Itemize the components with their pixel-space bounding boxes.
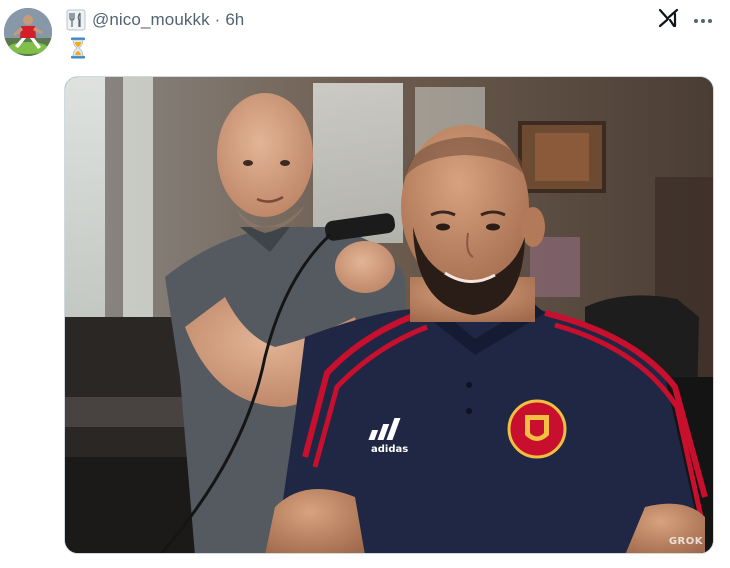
post-header: @nico_moukkk · 6h: [64, 8, 244, 32]
timestamp[interactable]: 6h: [225, 10, 244, 30]
post-image[interactable]: adidas GROK: [64, 76, 714, 554]
tweet-text: [66, 36, 90, 60]
avatar[interactable]: [4, 8, 52, 56]
grok-icon: [658, 8, 680, 33]
more-options-icon: [693, 11, 713, 29]
more-options-button[interactable]: [690, 8, 716, 32]
fork-and-knife-icon: [64, 8, 88, 32]
separator-dot: ·: [214, 10, 221, 29]
hourglass-icon: [66, 36, 90, 60]
tweet: @nico_moukkk · 6h adidas GROK: [0, 0, 730, 568]
shirt-brand-text: adidas: [371, 444, 408, 455]
grok-button[interactable]: [656, 8, 682, 32]
grok-watermark: GROK: [668, 536, 703, 547]
author-handle[interactable]: @nico_moukkk: [92, 10, 210, 30]
